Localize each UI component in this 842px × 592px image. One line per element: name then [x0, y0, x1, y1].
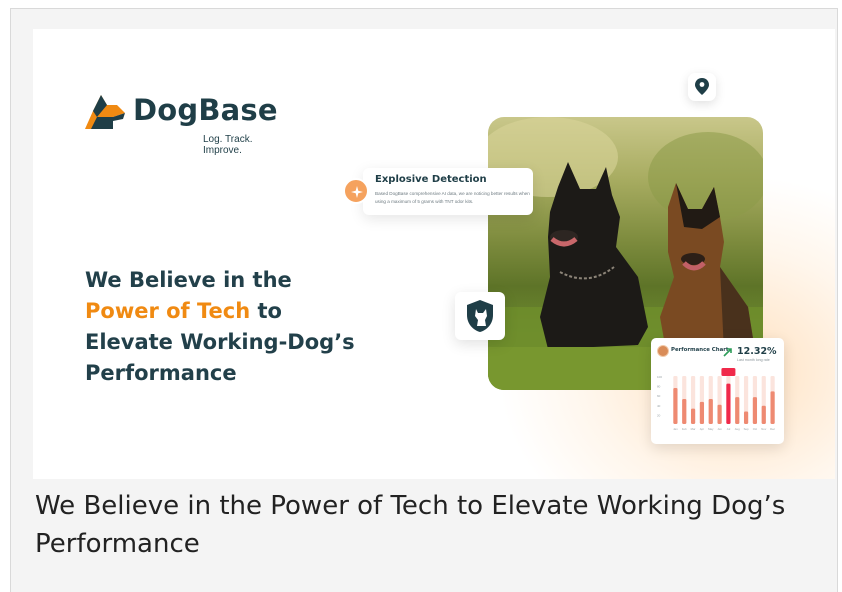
figure-caption: We Believe in the Power of Tech to Eleva…: [35, 491, 786, 559]
bar-jun[interactable]: [717, 404, 722, 424]
bar-nov[interactable]: [761, 405, 766, 424]
headline-accent-suffix: to: [250, 299, 282, 323]
bar-sep[interactable]: [743, 411, 749, 424]
bar-apr[interactable]: [699, 401, 705, 424]
bar-mar[interactable]: [690, 408, 696, 424]
x-tick-label: Oct: [753, 427, 758, 431]
map-pin-card[interactable]: [688, 73, 716, 101]
bar-oct[interactable]: [752, 397, 758, 424]
sparkle-icon: [351, 186, 363, 198]
headline-line-3: Elevate Working-Dog’s: [85, 330, 355, 354]
trend-up-icon: [723, 348, 732, 357]
bar-dec[interactable]: [770, 391, 775, 424]
headline-accent: Power of Tech: [85, 299, 251, 323]
avatar: [657, 345, 669, 357]
dog-shield-icon: [467, 300, 493, 332]
x-tick-label: Feb: [682, 427, 687, 431]
x-tick-label: May: [708, 427, 714, 431]
y-tick-label: 40: [657, 404, 661, 408]
performance-bar-chart: 100 80 60 40 20 Jan Feb Mar Apr May Jun Jul Aug Sep Oc…: [657, 368, 776, 431]
x-tick-label: Jul: [727, 427, 731, 431]
bar-feb[interactable]: [682, 399, 687, 424]
detection-badge: [343, 178, 369, 204]
detection-title: Explosive Detection: [375, 174, 487, 185]
brand-logo[interactable]: DogBase Log. Track. Improve.: [83, 89, 293, 156]
highlight-tooltip: [721, 368, 736, 376]
y-tick-label: 20: [657, 413, 661, 417]
x-tick-label: Jun: [717, 427, 722, 431]
x-tick-label: Dec: [770, 427, 776, 431]
map-pin-icon: [695, 78, 709, 95]
x-tick-label: Apr: [700, 427, 704, 431]
y-tick-label: 80: [657, 385, 661, 389]
performance-title: Performance Chart: [671, 347, 729, 353]
x-tick-label: Sep: [744, 427, 749, 431]
bar-may[interactable]: [708, 399, 713, 424]
x-tick-label: Mar: [691, 427, 696, 431]
headline: We Believe in the Power of Tech to Eleva…: [85, 265, 405, 389]
headline-line-2: Power of Tech to: [85, 296, 405, 327]
detection-body: Based DogBase comprehensive AI data, we …: [375, 191, 530, 204]
bar-jan[interactable]: [673, 388, 678, 424]
explosive-detection-card[interactable]: Explosive Detection Based DogBase compre…: [343, 168, 533, 215]
x-tick-label: Aug: [735, 427, 740, 431]
performance-chart-card[interactable]: Performance Chart 12.32% Last month long…: [651, 338, 784, 444]
dog-head-logo-icon: [85, 95, 125, 129]
performance-subtitle: Last month long rate: [737, 358, 770, 362]
brand-tagline: Log. Track. Improve.: [203, 134, 253, 156]
figure-frame: DogBase Log. Track. Improve. We Believe …: [10, 8, 838, 592]
headline-line-4: Performance: [85, 361, 237, 385]
x-tick-label: Jan: [673, 427, 678, 431]
y-tick-label: 60: [657, 394, 661, 398]
hero-image: DogBase Log. Track. Improve. We Believe …: [33, 29, 835, 479]
y-tick-label: 100: [657, 375, 662, 379]
brand-name: DogBase: [133, 93, 278, 127]
dog-shield-card[interactable]: [455, 292, 505, 340]
bar-aug[interactable]: [735, 397, 740, 424]
bar-jul[interactable]: [726, 383, 731, 424]
x-tick-label: Nov: [761, 427, 767, 431]
headline-line-1: We Believe in the: [85, 268, 292, 292]
performance-value: 12.32%: [737, 346, 777, 357]
